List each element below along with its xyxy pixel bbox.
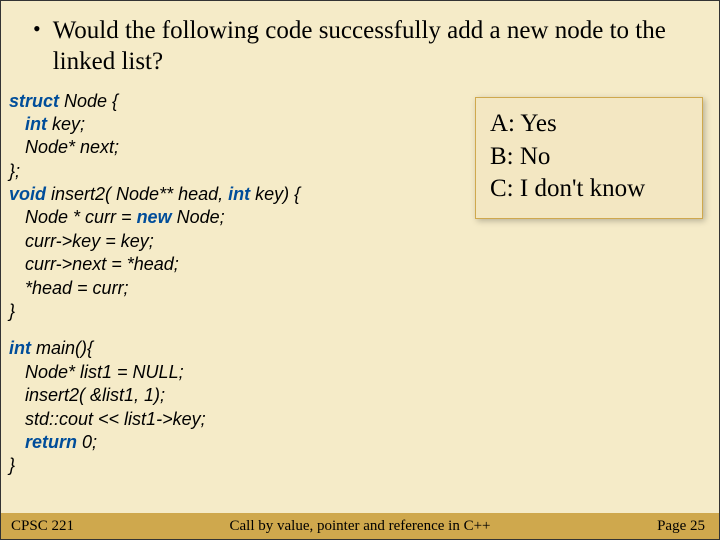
code-t: Node* list1 = NULL; — [25, 362, 184, 382]
footer: CPSC 221 Call by value, pointer and refe… — [1, 513, 719, 539]
code-t: } — [9, 455, 15, 475]
answer-b: B: No — [490, 141, 688, 174]
kw-int3: int — [9, 338, 31, 358]
code-t: 0; — [77, 432, 97, 452]
code-t: Node * curr = — [25, 207, 137, 227]
code-t: *head = curr; — [25, 278, 129, 298]
bullet-dot: • — [33, 15, 41, 44]
code-t: Node* next; — [25, 137, 119, 157]
answer-a: A: Yes — [490, 108, 688, 141]
code-t: std::cout << list1->key; — [25, 409, 206, 429]
footer-left: CPSC 221 — [1, 518, 121, 535]
code-t: insert2( &list1, 1); — [25, 385, 165, 405]
code-t: insert2( Node** head, — [46, 184, 228, 204]
question-text: Would the following code successfully ad… — [53, 15, 691, 78]
kw-void: void — [9, 184, 46, 204]
answer-c: C: I don't know — [490, 173, 688, 206]
kw-struct: struct — [9, 91, 59, 111]
kw-new: new — [137, 207, 172, 227]
code-t: key; — [47, 114, 85, 134]
code-t: curr->next = *head; — [25, 254, 179, 274]
question-bullet: • Would the following code successfully … — [29, 15, 691, 78]
footer-center: Call by value, pointer and reference in … — [121, 518, 599, 535]
code-t: curr->key = key; — [25, 231, 154, 251]
code-t: Node; — [172, 207, 225, 227]
code-t: Node { — [59, 91, 118, 111]
answer-box: A: Yes B: No C: I don't know — [475, 97, 703, 219]
code-t: key) { — [250, 184, 300, 204]
question-area: • Would the following code successfully … — [1, 1, 719, 86]
kw-int: int — [25, 114, 47, 134]
kw-return: return — [25, 432, 77, 452]
kw-int2: int — [228, 184, 250, 204]
footer-right: Page 25 — [599, 518, 719, 535]
code-t: }; — [9, 161, 20, 181]
code-t: } — [9, 301, 15, 321]
code-t: main(){ — [31, 338, 93, 358]
